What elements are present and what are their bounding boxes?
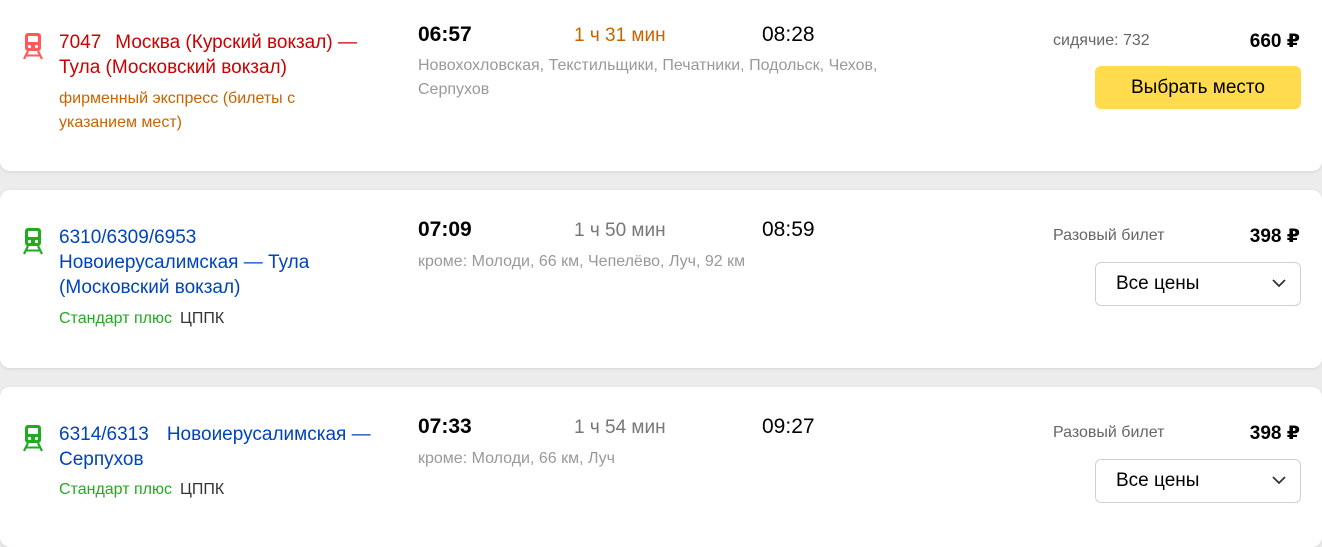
arrival-time: 08:28	[762, 23, 815, 46]
stops-list: Новохохловская, Текстильщики, Печатники,…	[418, 57, 878, 98]
category-label: Стандарт плюс	[59, 481, 172, 498]
price-select-value: Все цены	[1116, 273, 1200, 294]
stops-list: кроме: Молоди, 66 км, Чепелёво, Луч, 92 …	[418, 253, 746, 270]
departure-time: 07:09	[418, 218, 472, 241]
departure-time: 06:57	[418, 23, 472, 46]
price-select[interactable]: Все цены	[1095, 459, 1301, 503]
train-card[interactable]: 6314/6313 Новоиерусалимская — Серпухов Ст…	[0, 387, 1322, 547]
chevron-down-icon	[1272, 279, 1286, 288]
route-line-2[interactable]: Серпухов	[59, 449, 144, 470]
arrival-time: 08:59	[762, 218, 815, 241]
stops-list: кроме: Молоди, 66 км, Луч	[418, 450, 616, 467]
train-number[interactable]: 6310/6309/6953	[59, 227, 196, 248]
train-name[interactable]: 6314/6313 Новоиерусалимская — Серпухов	[59, 422, 399, 472]
train-route[interactable]: Новоиерусалимская — Тула (Московский вок…	[59, 252, 309, 298]
route-line-1[interactable]: Новоиерусалимская —	[167, 424, 371, 445]
departure-time: 07:33	[418, 415, 472, 438]
travel-duration: 1 ч 54 мин	[574, 417, 666, 438]
train-category-row: Стандарт плюс ЦППК	[59, 478, 389, 502]
route-line-1[interactable]: Москва (Курский вокзал) —	[115, 32, 357, 53]
ticket-type: Разовый билет	[1053, 424, 1165, 441]
ticket-type: Разовый билет	[1053, 227, 1165, 244]
route-line-2[interactable]: Тула (Московский вокзал)	[59, 57, 287, 78]
price-select-value: Все цены	[1116, 470, 1200, 491]
train-card[interactable]: 6310/6309/6953 Новоиерусалимская — Тула …	[0, 190, 1322, 368]
price: 660 ₽	[1249, 31, 1300, 52]
carrier-label: ЦППК	[180, 310, 225, 327]
train-number[interactable]: 7047	[59, 32, 101, 53]
travel-duration: 1 ч 50 мин	[574, 220, 666, 241]
price: 398 ₽	[1249, 226, 1300, 247]
category-label: Стандарт плюс	[59, 310, 172, 327]
travel-duration: 1 ч 31 мин	[574, 25, 666, 46]
train-name[interactable]: 7047 Москва (Курский вокзал) — Тула (Моск…	[59, 30, 399, 80]
train-icon	[22, 227, 44, 255]
train-category-row: Стандарт плюс ЦППК	[59, 307, 389, 331]
arrival-time: 09:27	[762, 415, 815, 438]
train-list: 7047 Москва (Курский вокзал) — Тула (Моск…	[0, 0, 1322, 547]
train-number[interactable]: 6314/6313	[59, 424, 149, 445]
train-note: фирменный экспресс (билеты с указанием м…	[59, 90, 296, 131]
train-name[interactable]: 6310/6309/6953 Новоиерусалимская — Тула …	[59, 225, 359, 300]
choose-seat-button[interactable]: Выбрать место	[1095, 66, 1301, 109]
price: 398 ₽	[1249, 423, 1300, 444]
train-icon	[22, 32, 44, 60]
carrier-label: ЦППК	[180, 481, 225, 498]
train-icon	[22, 424, 44, 452]
ticket-type: сидячие: 732	[1053, 32, 1150, 49]
chevron-down-icon	[1272, 476, 1286, 485]
train-card[interactable]: 7047 Москва (Курский вокзал) — Тула (Моск…	[0, 0, 1322, 171]
price-select[interactable]: Все цены	[1095, 262, 1301, 306]
